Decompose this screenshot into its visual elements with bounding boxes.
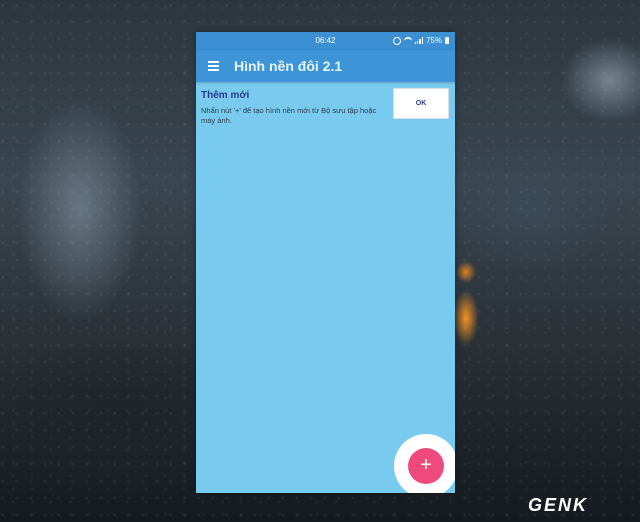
phone-screen: 06:42 75% Hình nền đôi 2.1 Thêm mới Nhấn… bbox=[196, 32, 455, 493]
app-bar: Hình nền đôi 2.1 bbox=[196, 50, 455, 82]
card-heading: Thêm mới bbox=[201, 90, 250, 101]
battery-percent: 75% bbox=[425, 36, 442, 45]
ok-button[interactable]: OK bbox=[393, 88, 449, 119]
app-title: Hình nền đôi 2.1 bbox=[234, 58, 343, 74]
genk-watermark-logo: GENK bbox=[528, 495, 589, 515]
card-description: Nhấn nút '+' để tạo hình nền mới từ Bộ s… bbox=[201, 106, 377, 125]
wifi-icon bbox=[403, 36, 412, 45]
alarm-icon bbox=[392, 36, 401, 45]
status-bar: 06:42 75% bbox=[196, 32, 455, 50]
add-new-card: Thêm mới Nhấn nút '+' để tạo hình nền mớ… bbox=[196, 82, 455, 125]
battery-icon bbox=[445, 37, 449, 44]
status-icons: 75% bbox=[392, 36, 449, 45]
plus-icon: + bbox=[420, 454, 432, 476]
menu-icon[interactable] bbox=[208, 61, 219, 71]
add-fab-button[interactable]: + bbox=[408, 448, 444, 484]
signal-icon bbox=[414, 37, 423, 44]
